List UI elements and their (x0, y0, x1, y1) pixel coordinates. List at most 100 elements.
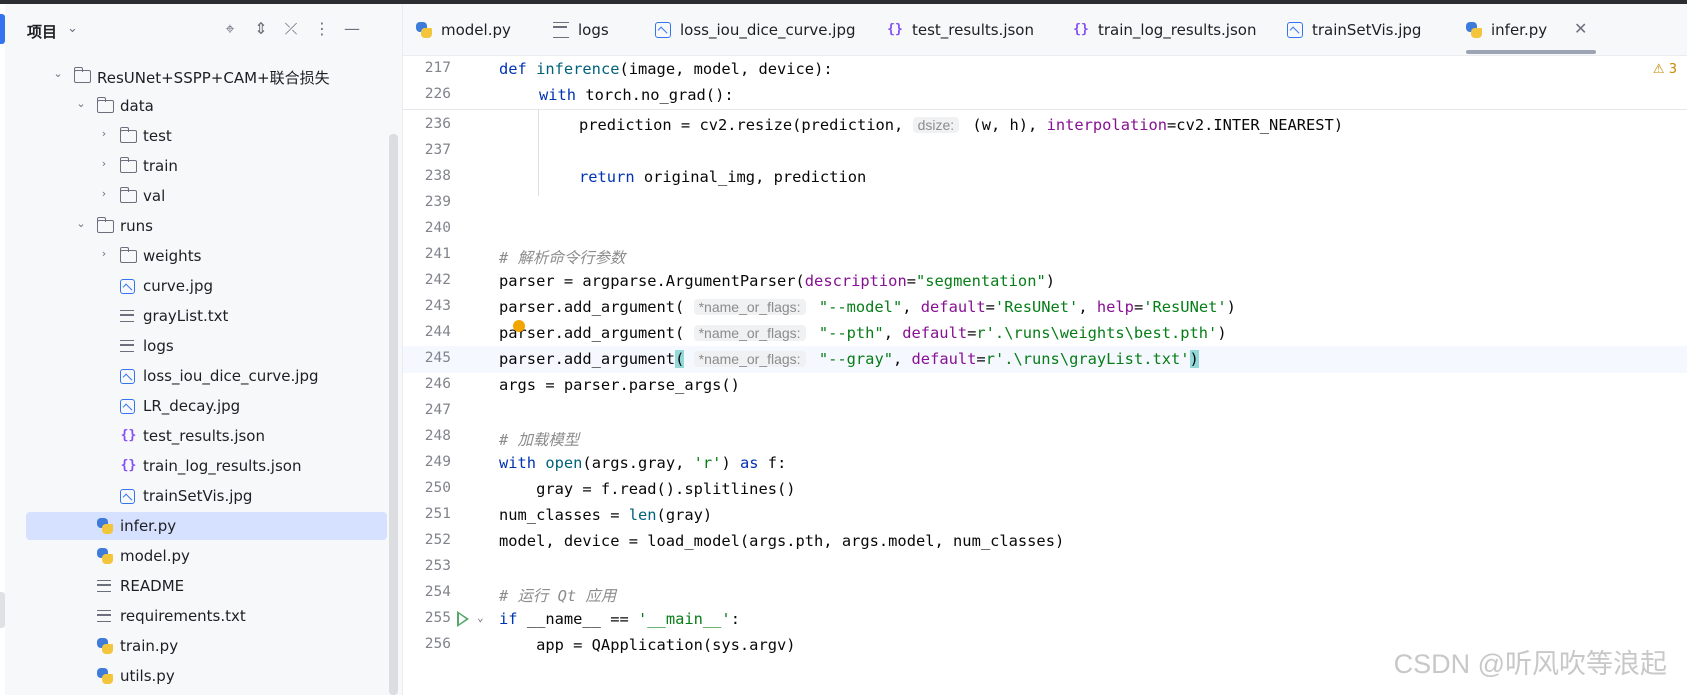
code-line-238[interactable]: 238 return original_img, prediction (403, 164, 1687, 191)
code-line-255[interactable]: 255 ⌄ if __name__ == '__main__': (403, 606, 1687, 633)
tree-item-trainsetvis-jpg[interactable]: trainSetVis.jpg (26, 482, 387, 510)
chevron-down-icon[interactable]: ⌄ (67, 21, 78, 36)
text-file-icon (120, 340, 134, 352)
code-line-253[interactable]: 253 (403, 554, 1687, 581)
tree-item-label: README (120, 577, 185, 595)
line-number: 226 (424, 86, 451, 102)
json-file-icon: {} (120, 428, 137, 443)
python-file-icon (416, 22, 432, 38)
code-line-251[interactable]: 251 num_classes = len(gray) (403, 502, 1687, 529)
tree-item-loss-iou-dice-curve-jpg[interactable]: loss_iou_dice_curve.jpg (26, 362, 387, 390)
tree-item-label: infer.py (120, 517, 177, 535)
code-line-252[interactable]: 252 model, device = load_model(args.pth,… (403, 528, 1687, 555)
chevron-down-icon[interactable]: ⌄ (74, 97, 88, 110)
hide-panel-icon[interactable]: — (339, 16, 365, 42)
tab-label: logs (578, 21, 609, 39)
text-file-icon (97, 580, 111, 592)
tree-item-lr-decay-jpg[interactable]: LR_decay.jpg (26, 392, 387, 420)
code-line-240[interactable]: 240 (403, 216, 1687, 243)
tree-item-val[interactable]: › val (26, 182, 387, 210)
code-line-243[interactable]: 243 parser.add_argument( *name_or_flags:… (403, 294, 1687, 321)
line-number: 251 (424, 506, 451, 522)
code-line-249[interactable]: 249 with open(args.gray, 'r') as f: (403, 450, 1687, 477)
tree-item-readme[interactable]: README (26, 572, 387, 600)
code-line-241[interactable]: 241 # 解析命令行参数 (403, 242, 1687, 269)
fold-chevron-icon[interactable]: ⌄ (477, 611, 484, 624)
python-file-icon (1466, 22, 1482, 38)
tree-item-logs[interactable]: logs (26, 332, 387, 360)
chevron-right-icon[interactable]: › (97, 157, 111, 170)
tab-logs[interactable]: logs (553, 4, 639, 56)
tab-loss-iou-dice-curve-jpg[interactable]: loss_iou_dice_curve.jpg (655, 4, 875, 56)
line-number: 217 (424, 60, 451, 76)
tree-item-weights[interactable]: › weights (26, 242, 387, 270)
project-tree-scrollbar[interactable] (389, 134, 398, 695)
tab-infer-py[interactable]: infer.py ✕ (1466, 4, 1596, 56)
code-line-254[interactable]: 254 # 运行 Qt 应用 (403, 580, 1687, 607)
chevron-down-icon[interactable]: ⌄ (51, 67, 65, 80)
chevron-right-icon[interactable]: › (97, 127, 111, 140)
collapse-all-icon[interactable]: ⤫ (278, 16, 304, 42)
code-line-250[interactable]: 250 gray = f.read().splitlines() (403, 476, 1687, 503)
line-number: 255 (424, 610, 451, 626)
tree-item-test[interactable]: › test (26, 122, 387, 150)
sticky-line-226[interactable]: 226 with torch.no_grad(): (403, 82, 1687, 109)
code-line-245[interactable]: 245 parser.add_argument( *name_or_flags:… (403, 346, 1687, 373)
tree-item-label: logs (143, 337, 174, 355)
code-line-239[interactable]: 239 (403, 190, 1687, 217)
tree-item-infer-py[interactable]: infer.py (26, 512, 387, 540)
tree-item-utils-py[interactable]: utils.py (26, 662, 387, 690)
chevron-right-icon[interactable]: › (97, 247, 111, 260)
tree-item-label: data (120, 97, 154, 115)
tree-item-train-py[interactable]: train.py (26, 632, 387, 660)
locate-file-icon[interactable]: ⌖ (217, 16, 243, 42)
folder-icon (119, 247, 137, 263)
tree-item-curve-jpg[interactable]: curve.jpg (26, 272, 387, 300)
code-text: prediction = cv2.resize(prediction, dsiz… (579, 116, 1344, 134)
tree-item-runs[interactable]: ⌄ runs (26, 212, 387, 240)
sticky-scroll-header[interactable]: 217 def inference(image, model, device):… (403, 56, 1687, 110)
code-line-244[interactable]: 244 parser.add_argument( *name_or_flags:… (403, 320, 1687, 347)
code-text: with open(args.gray, 'r') as f: (499, 454, 787, 472)
code-editor[interactable]: ⚠ 3 217 def inference(image, model, devi… (403, 56, 1687, 695)
tab-label: train_log_results.json (1098, 21, 1257, 39)
close-icon[interactable]: ✕ (1574, 19, 1587, 38)
tree-item-data[interactable]: ⌄ data (26, 92, 387, 120)
tab-train-log-results-json[interactable]: {} train_log_results.json (1073, 4, 1273, 56)
tree-item-model-py[interactable]: model.py (26, 542, 387, 570)
more-options-icon[interactable]: ⋮ (309, 16, 335, 42)
code-line-248[interactable]: 248 # 加载模型 (403, 424, 1687, 451)
lightbulb-icon[interactable] (513, 320, 525, 332)
chevron-right-icon[interactable]: › (97, 187, 111, 200)
image-file-icon (1287, 22, 1303, 38)
inlay-hint: *name_or_flags: (693, 299, 806, 315)
tree-item-label: loss_iou_dice_curve.jpg (143, 367, 319, 385)
tree-item-requirements-txt[interactable]: requirements.txt (26, 602, 387, 630)
tree-item-train[interactable]: › train (26, 152, 387, 180)
code-line-236[interactable]: 236 prediction = cv2.resize(prediction, … (403, 112, 1687, 139)
sticky-line-217[interactable]: 217 def inference(image, model, device): (403, 56, 1687, 83)
inlay-hint: *name_or_flags: (693, 351, 806, 367)
code-line-247[interactable]: 247 (403, 398, 1687, 425)
code-line-242[interactable]: 242 parser = argparse.ArgumentParser(des… (403, 268, 1687, 295)
watermark: CSDN @听风吹等浪起 (1393, 649, 1667, 679)
json-file-icon: {} (1073, 22, 1089, 37)
tab-model-py[interactable]: model.py (416, 4, 538, 56)
tab-trainsetvis-jpg[interactable]: trainSetVis.jpg (1287, 4, 1451, 56)
code-line-246[interactable]: 246 args = parser.parse_args() (403, 372, 1687, 399)
chevron-down-icon[interactable]: ⌄ (74, 217, 88, 230)
tree-item-resunet-sspp-cam[interactable]: ⌄ ResUNet+SSPP+CAM+联合损失 (26, 62, 387, 90)
tree-item-test-results-json[interactable]: {} test_results.json (26, 422, 387, 450)
tab-test-results-json[interactable]: {} test_results.json (887, 4, 1059, 56)
warning-indicator[interactable]: ⚠ 3 (1653, 62, 1677, 77)
tree-item-graylist-txt[interactable]: grayList.txt (26, 302, 387, 330)
code-line-237[interactable]: 237 (403, 138, 1687, 165)
code-text: return original_img, prediction (579, 168, 867, 186)
inlay-hint: *name_or_flags: (693, 325, 806, 341)
run-icon[interactable] (457, 611, 469, 627)
project-panel-title[interactable]: 项目 (27, 21, 57, 42)
code-text: with torch.no_grad(): (539, 86, 734, 104)
expand-all-icon[interactable]: ⇕ (248, 16, 274, 42)
tree-item-label: test_results.json (143, 427, 265, 445)
tree-item-train-log-results-json[interactable]: {} train_log_results.json (26, 452, 387, 480)
